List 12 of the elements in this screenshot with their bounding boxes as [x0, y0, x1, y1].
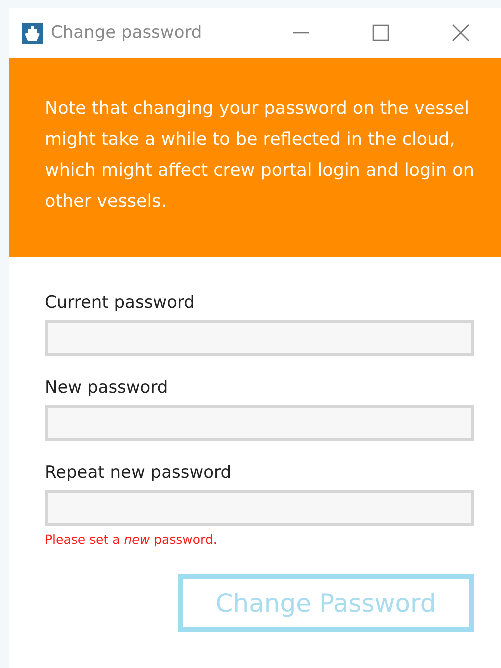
maximize-icon[interactable] [372, 24, 390, 42]
window-title: Change password [51, 23, 204, 43]
error-message: Please set a new password. [45, 532, 218, 547]
field-label: Repeat new password [45, 463, 232, 483]
password-field[interactable] [45, 320, 474, 356]
close-icon[interactable] [452, 24, 470, 42]
warning-banner: Note that changing your password on the vessel might take a while to be reflected in the cloud, which might affect crew portal login and login on other vessels. [9, 58, 501, 257]
password-field[interactable] [45, 405, 474, 441]
field-label: New password [45, 378, 170, 398]
password-field[interactable] [45, 490, 474, 526]
field-label: Current password [45, 293, 196, 313]
ship-icon [22, 22, 43, 44]
